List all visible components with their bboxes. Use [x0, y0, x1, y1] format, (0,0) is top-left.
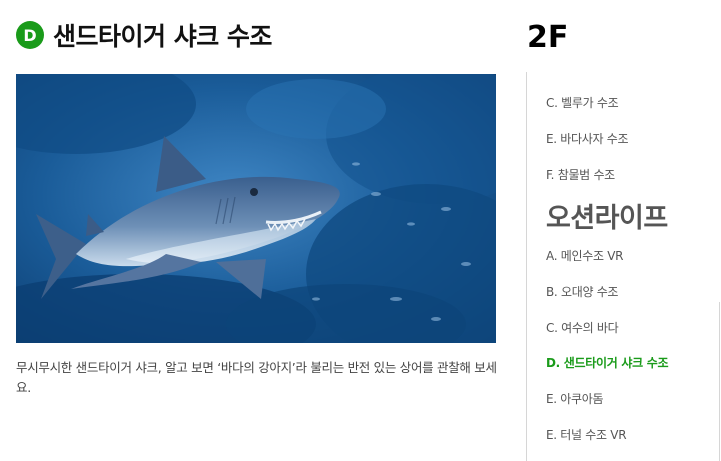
- sidebar-divider: [526, 72, 527, 461]
- sidebar-item-yeosu-sea[interactable]: C. 여수의 바다: [546, 319, 619, 336]
- sidebar-section-heading: 오션라이프: [546, 203, 668, 234]
- sidebar-item-aqua-dome[interactable]: E. 아쿠아돔: [546, 390, 604, 407]
- section-badge: D: [16, 21, 44, 49]
- sidebar-item-seal[interactable]: F. 참물범 수조: [546, 166, 615, 183]
- page-title: 샌드타이거 샤크 수조: [53, 22, 272, 51]
- sidebar-item-sand-tiger-shark[interactable]: D. 샌드타이거 샤크 수조: [546, 354, 669, 371]
- photo-caption: 무시무시한 샌드타이거 샤크, 알고 보면 ‘바다의 강아지’라 불리는 반전 …: [16, 360, 497, 395]
- sidebar-item-beluga[interactable]: C. 벨루가 수조: [546, 94, 619, 111]
- sidebar-scroll-track: [719, 302, 720, 461]
- sidebar-item-five-oceans[interactable]: B. 오대양 수조: [546, 283, 618, 300]
- sidebar-item-main-tank-vr[interactable]: A. 메인수조 VR: [546, 247, 623, 264]
- floor-label: 2F: [527, 20, 569, 55]
- sidebar-item-tunnel-vr[interactable]: E. 터널 수조 VR: [546, 426, 627, 443]
- shark-image: [16, 74, 496, 343]
- page-title-row: D 샌드타이거 샤크 수조: [16, 18, 272, 52]
- sidebar-item-sea-lion[interactable]: E. 바다사자 수조: [546, 130, 629, 147]
- shark-photo: [16, 74, 496, 343]
